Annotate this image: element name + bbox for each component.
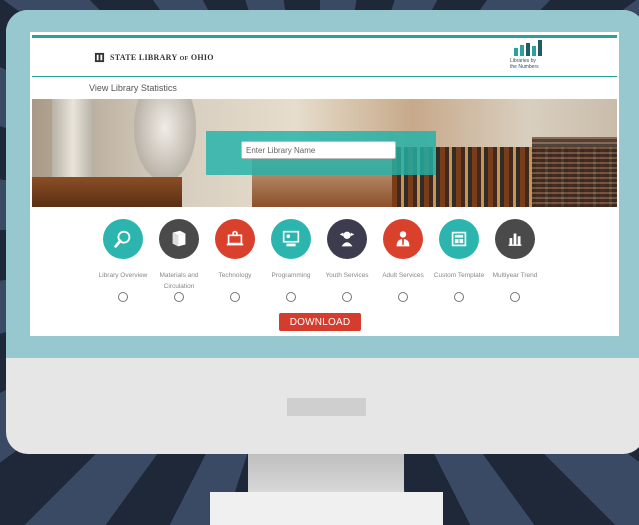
person-tie-icon — [396, 231, 410, 247]
report-label: Custom Template — [433, 272, 485, 279]
report-label: Materials and Circulation — [159, 272, 199, 290]
monitor-neck — [248, 454, 404, 494]
programming-button[interactable] — [271, 219, 311, 259]
radio-library-overview[interactable] — [118, 292, 128, 302]
radio-technology[interactable] — [230, 292, 240, 302]
report-technology: Technology — [203, 219, 267, 281]
download-button[interactable]: DOWNLOAD — [279, 313, 361, 331]
state-library-logo[interactable]: STATE LIBRARY OF OHIO — [94, 52, 214, 63]
books-icon — [172, 230, 186, 247]
monitor-screen: STATE LIBRARY OF OHIO Libraries by the N… — [30, 32, 619, 336]
ohio-seal-icon — [94, 52, 105, 63]
library-overview-button[interactable] — [103, 219, 143, 259]
report-adult-services: Adult Services — [371, 219, 435, 281]
magnifier-icon — [114, 230, 131, 248]
bar-chart-icon — [508, 233, 522, 246]
radio-custom-template[interactable] — [454, 292, 464, 302]
page-subtitle: View Library Statistics — [89, 83, 177, 93]
custom-template-button[interactable] — [439, 219, 479, 259]
radio-adult-services[interactable] — [398, 292, 408, 302]
radio-materials-circulation[interactable] — [174, 292, 184, 302]
monitor-base-slot — [287, 398, 366, 416]
report-library-overview: Library Overview — [91, 219, 155, 281]
monitor-stand — [210, 492, 443, 525]
library-search-input[interactable] — [241, 141, 396, 159]
logo-text: Libraries by the Numbers — [510, 58, 539, 70]
libraries-by-the-numbers-logo[interactable]: Libraries by the Numbers — [508, 40, 558, 76]
report-multiyear-trend: Multiyear Trend — [483, 219, 547, 281]
report-label: Multiyear Trend — [492, 272, 538, 279]
report-materials-circulation: Materials and Circulation — [147, 219, 211, 292]
header-top-line — [32, 35, 617, 38]
child-icon — [339, 231, 355, 247]
report-custom-template: Custom Template — [427, 219, 491, 281]
adult-services-button[interactable] — [383, 219, 423, 259]
radio-programming[interactable] — [286, 292, 296, 302]
technology-button[interactable] — [215, 219, 255, 259]
radio-multiyear-trend[interactable] — [510, 292, 520, 302]
report-youth-services: Youth Services — [315, 219, 379, 281]
report-label: Youth Services — [325, 272, 369, 279]
bar-logo-icon — [514, 40, 542, 56]
presentation-icon — [282, 230, 300, 247]
youth-services-button[interactable] — [327, 219, 367, 259]
report-label: Library Overview — [98, 272, 148, 279]
materials-circulation-button[interactable] — [159, 219, 199, 259]
template-icon — [451, 231, 467, 247]
report-programming: Programming — [259, 219, 323, 281]
org-name: STATE LIBRARY OF OHIO — [110, 53, 214, 62]
laptop-gear-icon — [226, 230, 244, 246]
report-label: Adult Services — [382, 272, 424, 279]
report-label: Programming — [271, 272, 311, 279]
header-divider — [32, 76, 617, 77]
radio-youth-services[interactable] — [342, 292, 352, 302]
report-label: Technology — [218, 272, 252, 279]
multiyear-trend-button[interactable] — [495, 219, 535, 259]
